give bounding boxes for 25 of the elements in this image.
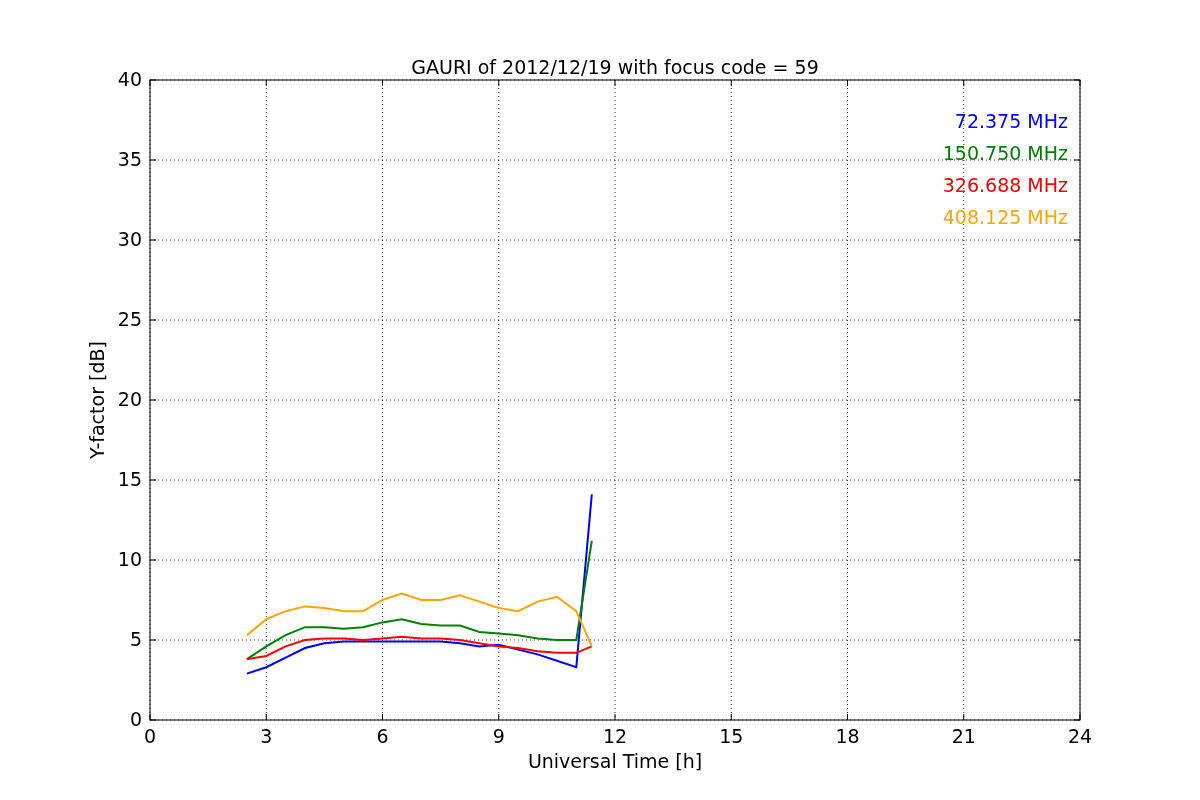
x-tick-label: 3 xyxy=(260,725,273,747)
y-tick-label: 0 xyxy=(129,708,142,730)
y-tick-label: 10 xyxy=(117,548,142,570)
x-tick-label: 24 xyxy=(1067,725,1093,747)
y-tick-label: 40 xyxy=(117,68,142,90)
y-tick-label: 5 xyxy=(129,628,142,650)
x-tick-label: 18 xyxy=(835,725,860,747)
y-tick-label: 25 xyxy=(117,308,142,330)
legend-label: 72.375 MHz xyxy=(954,110,1068,132)
x-tick-label: 9 xyxy=(492,725,505,747)
legend-label: 408.125 MHz xyxy=(942,206,1068,228)
y-tick-label: 35 xyxy=(117,148,142,170)
y-tick-label: 30 xyxy=(117,228,142,250)
legend-label: 150.750 MHz xyxy=(942,142,1068,164)
chart-title: GAURI of 2012/12/19 with focus code = 59 xyxy=(411,56,819,78)
x-tick-label: 12 xyxy=(602,725,628,747)
x-tick-label: 6 xyxy=(376,725,389,747)
x-tick-label: 21 xyxy=(951,725,976,747)
y-tick-label: 20 xyxy=(117,388,142,410)
y-axis-label: Y-factor [dB] xyxy=(86,341,108,459)
legend-label: 326.688 MHz xyxy=(942,174,1068,196)
y-tick-label: 15 xyxy=(117,468,142,490)
x-tick-label: 0 xyxy=(143,725,157,747)
x-axis-label: Universal Time [h] xyxy=(527,750,703,772)
x-tick-label: 15 xyxy=(719,725,744,747)
